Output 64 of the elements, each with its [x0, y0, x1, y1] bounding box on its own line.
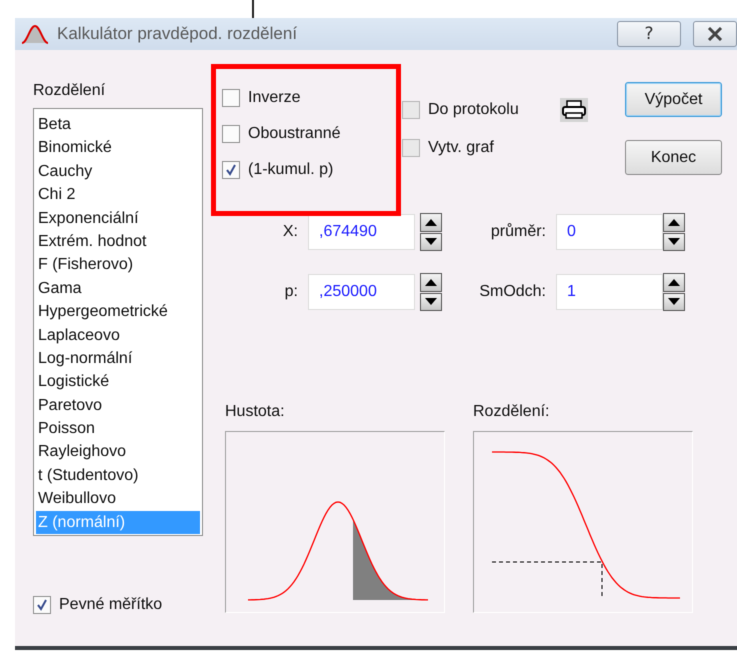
checkbox-label: Vytv. graf [428, 139, 494, 157]
spin-up-button[interactable] [420, 213, 442, 232]
list-item[interactable]: Chi 2 [36, 183, 200, 207]
checkbox[interactable] [222, 125, 240, 143]
list-item[interactable]: Extrém. hodnot [36, 230, 200, 254]
number-field[interactable]: 0 [556, 214, 663, 250]
spin-down-button[interactable] [663, 292, 685, 311]
spin-up-button[interactable] [420, 273, 442, 292]
printer-icon[interactable] [560, 98, 588, 122]
checkbox-label: Oboustranné [248, 125, 341, 143]
spin-up-button[interactable] [663, 213, 685, 232]
close-icon [707, 27, 723, 41]
list-item[interactable]: Weibullovo [36, 487, 200, 511]
list-item[interactable]: Logistické [36, 370, 200, 394]
spin-down-button[interactable] [420, 232, 442, 251]
spin-up-button[interactable] [663, 273, 685, 292]
down-arrow-icon [425, 298, 437, 306]
field-label: X: [282, 223, 299, 241]
list-item[interactable]: t (Studentovo) [36, 464, 200, 488]
close-button[interactable] [693, 21, 737, 47]
checkbox-label: Do protokolu [428, 101, 519, 119]
number-field[interactable]: ,250000 [308, 274, 415, 310]
spin-down-button[interactable] [663, 232, 685, 251]
field-label: SmOdch: [478, 283, 547, 301]
chart-label: Rozdělení: [473, 403, 550, 421]
up-arrow-icon [668, 218, 680, 226]
up-arrow-icon [425, 278, 437, 286]
list-item[interactable]: Exponenciální [36, 206, 200, 230]
spin-down-button[interactable] [420, 292, 442, 311]
list-item[interactable]: Poisson [36, 417, 200, 440]
checkbox-label: Pevné měřítko [59, 596, 162, 614]
checkbox-label: (1-kumul. p) [248, 161, 334, 179]
list-item[interactable]: Log-normální [36, 346, 200, 370]
window-title: Kalkulátor pravděpod. rozdělení [57, 24, 298, 44]
check-icon [225, 164, 237, 176]
list-item[interactable]: Laplaceovo [36, 324, 200, 347]
list-label: Rozdělení [33, 82, 106, 100]
checkbox-label: Inverze [248, 89, 300, 107]
list-item[interactable]: Hypergeometrické [36, 300, 200, 324]
checkbox[interactable] [222, 161, 240, 179]
list-item[interactable]: Paretovo [36, 394, 200, 418]
dialog-button[interactable]: Konec [625, 140, 722, 175]
checkbox[interactable] [222, 89, 240, 107]
number-field[interactable]: 1 [556, 274, 663, 310]
field-label: průměr: [490, 223, 547, 241]
field-label: p: [284, 283, 299, 301]
list-item[interactable]: Binomické [36, 136, 200, 160]
dialog-button[interactable]: Výpočet [625, 82, 722, 117]
checkbox[interactable] [33, 596, 51, 614]
list-item[interactable]: Beta [36, 113, 200, 136]
up-arrow-icon [425, 218, 437, 226]
down-arrow-icon [668, 238, 680, 246]
check-icon [36, 599, 48, 611]
bell-curve-icon [21, 23, 49, 45]
list-item[interactable]: Gama [36, 276, 200, 300]
list-item[interactable]: Rayleighovo [36, 440, 200, 464]
down-arrow-icon [425, 238, 437, 246]
list-item[interactable]: F (Fisherovo) [36, 253, 200, 277]
help-button[interactable]: ? [617, 21, 681, 47]
up-arrow-icon [668, 278, 680, 286]
down-arrow-icon [668, 298, 680, 306]
list-item[interactable]: Cauchy [36, 160, 200, 184]
number-field[interactable]: ,674490 [308, 214, 415, 250]
chart-label: Hustota: [225, 403, 286, 421]
